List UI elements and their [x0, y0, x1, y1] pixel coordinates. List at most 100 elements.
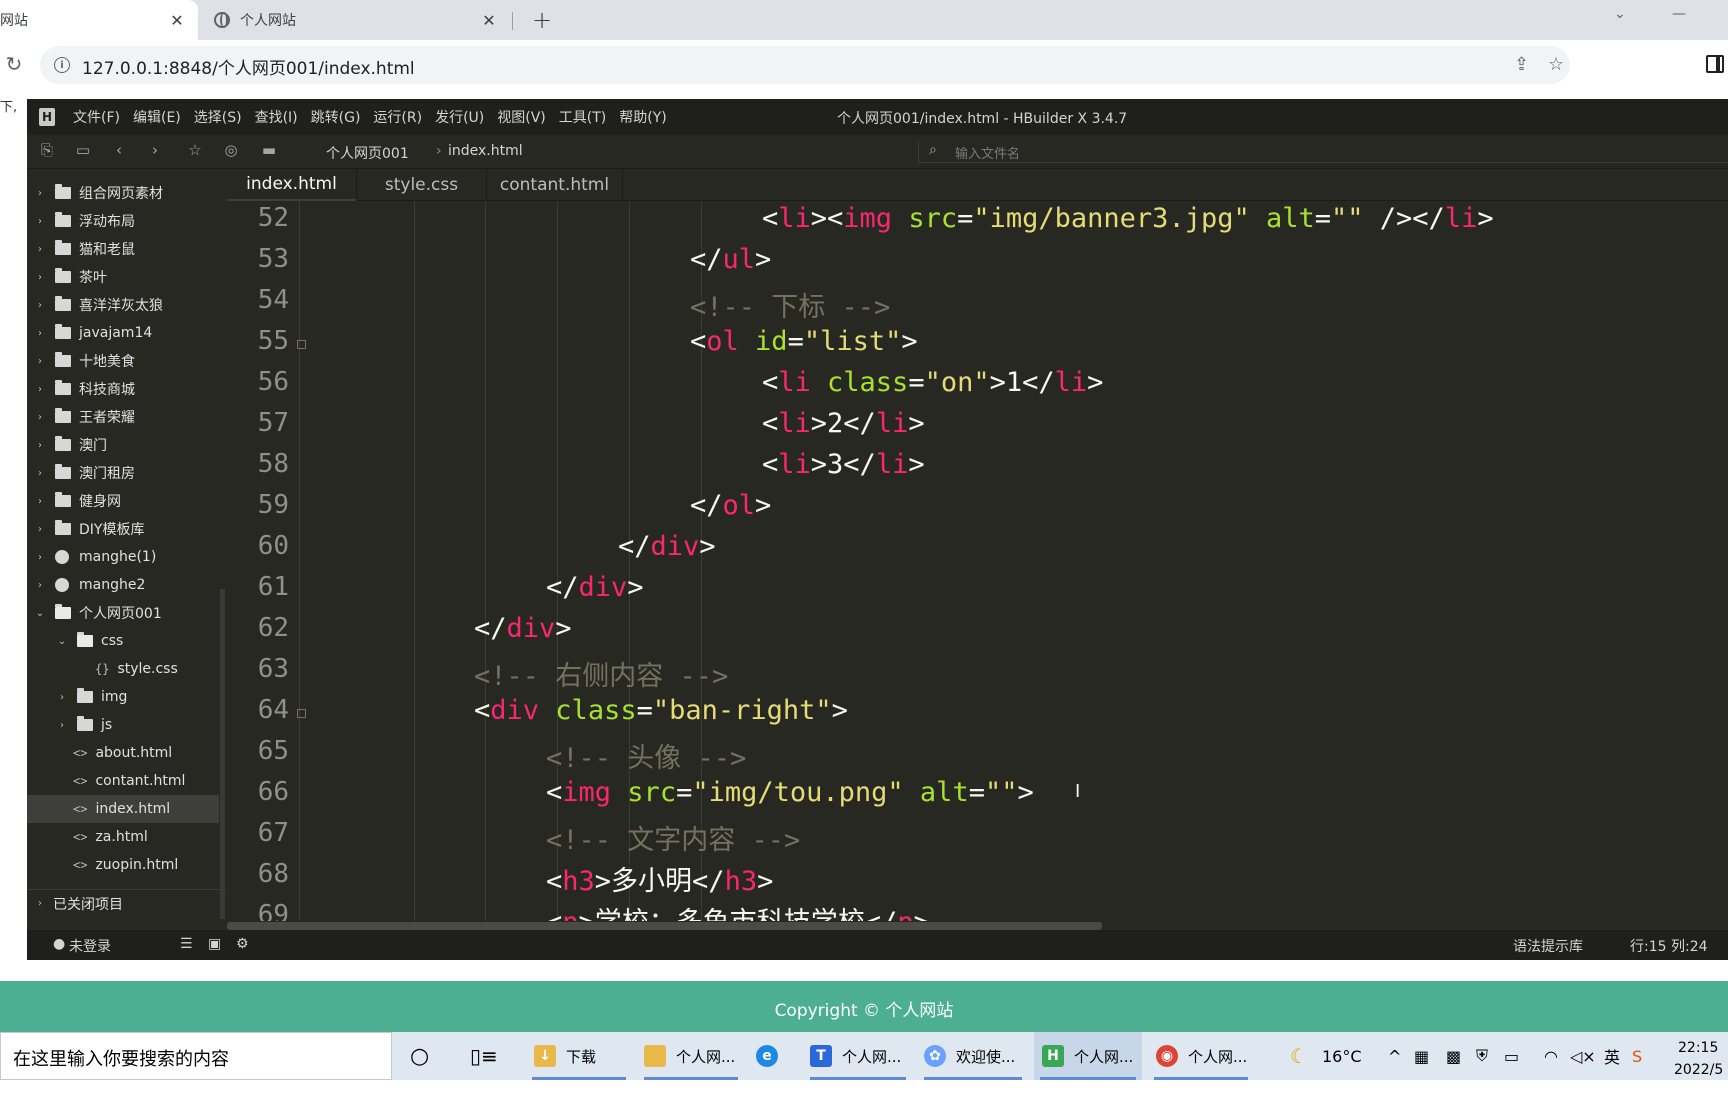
share-icon[interactable]: ⇪	[1514, 54, 1529, 75]
back-icon[interactable]: ‹	[109, 141, 129, 159]
tray-app-icon[interactable]: ▦	[1414, 1032, 1429, 1080]
menu-find[interactable]: 查找(I)	[255, 107, 298, 127]
code-line[interactable]: 63 <!-- 右侧内容 -->	[227, 654, 1728, 695]
code-line[interactable]: 64 <div class="ban-right">	[227, 695, 1728, 736]
close-icon[interactable]: ✕	[166, 9, 188, 31]
tray-app-icon[interactable]: S	[1632, 1032, 1642, 1080]
minimize-icon[interactable]: —	[1672, 6, 1686, 22]
login-status[interactable]: 未登录	[69, 936, 111, 956]
closed-projects[interactable]: › 已关闭项目	[27, 889, 227, 917]
menu-run[interactable]: 运行(R)	[373, 107, 422, 127]
code-line[interactable]: 59 </ol>	[227, 490, 1728, 531]
code-line[interactable]: 67 <!-- 文字内容 -->	[227, 818, 1728, 859]
tree-item-project[interactable]: › 澳门租房	[27, 459, 227, 487]
browser-tab[interactable]: 个人网站 ✕	[214, 0, 510, 40]
code-line[interactable]: 62 </div>	[227, 613, 1728, 654]
tree-item-folder-open[interactable]: ⌄ css	[27, 627, 227, 655]
chevron-up-icon[interactable]: ^	[1388, 1032, 1401, 1080]
address-bar[interactable]: i 127.0.0.1:8848/个人网页001/index.html ⇪ ☆	[40, 46, 1570, 84]
tree-item-project[interactable]: › 健身网	[27, 487, 227, 515]
url-text[interactable]: 127.0.0.1:8848/个人网页001/index.html	[82, 54, 415, 79]
star-icon[interactable]: ☆	[1548, 54, 1564, 75]
info-icon[interactable]: i	[54, 57, 70, 73]
code-line[interactable]: 68 <h3>多小明</h3>	[227, 859, 1728, 900]
menu-file[interactable]: 文件(F)	[73, 107, 120, 127]
cursor-position[interactable]: 行:15 列:24	[1630, 936, 1708, 956]
taskbar-app-edge[interactable]: e	[756, 1032, 788, 1080]
list-icon[interactable]: ☰	[180, 936, 193, 952]
code-line[interactable]: 57 <li>2</li>	[227, 408, 1728, 449]
menu-view[interactable]: 视图(V)	[497, 107, 546, 127]
console-icon[interactable]: ▣	[208, 936, 221, 952]
tree-item-file[interactable]: <> about.html	[27, 739, 227, 767]
browser-tab-active[interactable]: 网站 ✕	[0, 0, 198, 40]
code-line[interactable]: 53 </ul>	[227, 244, 1728, 285]
battery-icon[interactable]: ▭	[1504, 1032, 1519, 1080]
input-method-icon[interactable]: 英	[1604, 1032, 1620, 1080]
taskbar-app-feishu[interactable]: T 个人网...	[804, 1032, 912, 1080]
task-view-icon[interactable]: ▯≡	[470, 1032, 498, 1080]
tree-item-project[interactable]: › 浮动布局	[27, 207, 227, 235]
taskbar-app-downloads[interactable]: ↓ 下载	[526, 1032, 632, 1080]
file-search-input[interactable]: ⌕ 输入文件名	[918, 141, 1728, 163]
tree-item-project[interactable]: › DIY模板库	[27, 515, 227, 543]
code-line[interactable]: 66 <img src="img/tou.png" alt="">	[227, 777, 1728, 818]
code-line[interactable]: 69<p>学校：多鱼市科技学校</p>	[227, 900, 1728, 921]
code-text-area[interactable]: 52 <li><img src="img/banner3.jpg" alt="" …	[227, 201, 1728, 921]
translate-icon[interactable]: ⚙	[236, 936, 249, 952]
tree-item-project[interactable]: › 十地美食	[27, 347, 227, 375]
taskbar-app-welcome[interactable]: ✿ 欢迎使...	[918, 1032, 1028, 1080]
tree-item-project[interactable]: › 喜洋洋灰太狼	[27, 291, 227, 319]
menu-publish[interactable]: 发行(U)	[435, 107, 484, 127]
editor-tab-style[interactable]: style.css	[357, 169, 487, 201]
menu-goto[interactable]: 跳转(G)	[311, 107, 361, 127]
save-icon[interactable]: ▭	[73, 141, 93, 159]
chevron-down-icon[interactable]: ⌄	[1614, 6, 1626, 22]
close-icon[interactable]: ✕	[478, 9, 500, 31]
taskbar-search-input[interactable]: 在这里输入你要搜索的内容	[0, 1032, 392, 1080]
tree-item-file-selected[interactable]: <> index.html	[27, 795, 219, 823]
tree-item-project[interactable]: › 组合网页素材	[27, 179, 227, 207]
syntax-hint-library[interactable]: 语法提示库	[1513, 936, 1583, 956]
code-line[interactable]: 55 <ol id="list">	[227, 326, 1728, 367]
taskbar-app-explorer[interactable]: 个人网...	[638, 1032, 744, 1080]
reload-icon[interactable]: ↻	[2, 52, 26, 76]
clock-date[interactable]: 2022/5	[1674, 1046, 1723, 1094]
code-line[interactable]: 58 <li>3</li>	[227, 449, 1728, 490]
fold-toggle-icon[interactable]	[297, 340, 306, 349]
taskbar-app-chrome[interactable]: ◉ 个人网...	[1148, 1032, 1254, 1080]
menu-help[interactable]: 帮助(Y)	[619, 107, 666, 127]
tree-item-project-open[interactable]: ⌄ 个人网页001	[27, 599, 227, 627]
forward-icon[interactable]: ›	[145, 141, 165, 159]
tree-item-folder[interactable]: › img	[27, 683, 227, 711]
tree-item-folder[interactable]: › js	[27, 711, 227, 739]
horizontal-scrollbar[interactable]	[227, 922, 1728, 930]
tree-item-project[interactable]: › 茶叶	[27, 263, 227, 291]
code-line[interactable]: 65 <!-- 头像 -->	[227, 736, 1728, 777]
taskbar-app-hbuilder[interactable]: H 个人网...	[1034, 1032, 1142, 1080]
sidebar-scrollbar[interactable]	[220, 589, 225, 919]
tree-item-file[interactable]: <> za.html	[27, 823, 227, 851]
editor-tab-index[interactable]: index.html	[227, 169, 357, 201]
shield-icon[interactable]: ⛨	[1476, 1032, 1488, 1080]
tree-item-project[interactable]: › manghe2	[27, 571, 227, 599]
tree-item-project[interactable]: › 王者荣耀	[27, 403, 227, 431]
code-line[interactable]: 60 </div>	[227, 531, 1728, 572]
new-tab-icon[interactable]: +	[528, 6, 556, 34]
code-line[interactable]: 56 <li class="on">1</li>	[227, 367, 1728, 408]
code-line[interactable]: 61 </div>	[227, 572, 1728, 613]
tree-item-file[interactable]: <> contant.html	[27, 767, 227, 795]
menu-tools[interactable]: 工具(T)	[559, 107, 606, 127]
tree-item-project[interactable]: › manghe(1)	[27, 543, 227, 571]
fold-toggle-icon[interactable]	[297, 709, 306, 718]
volume-icon[interactable]: ◁×	[1570, 1032, 1596, 1080]
breadcrumb-project[interactable]: 个人网页001	[326, 143, 409, 163]
weather-temp[interactable]: 16°C	[1322, 1032, 1362, 1080]
scrollbar-thumb[interactable]	[227, 922, 1102, 930]
run-icon[interactable]: ◎	[221, 141, 241, 159]
new-file-icon[interactable]: ⎘	[37, 141, 57, 159]
code-line[interactable]: 54 <!-- 下标 -->	[227, 285, 1728, 326]
wifi-icon[interactable]: ◠	[1544, 1032, 1558, 1080]
cortana-icon[interactable]: ○	[410, 1032, 429, 1080]
code-line[interactable]: 52 <li><img src="img/banner3.jpg" alt="" …	[227, 203, 1728, 244]
